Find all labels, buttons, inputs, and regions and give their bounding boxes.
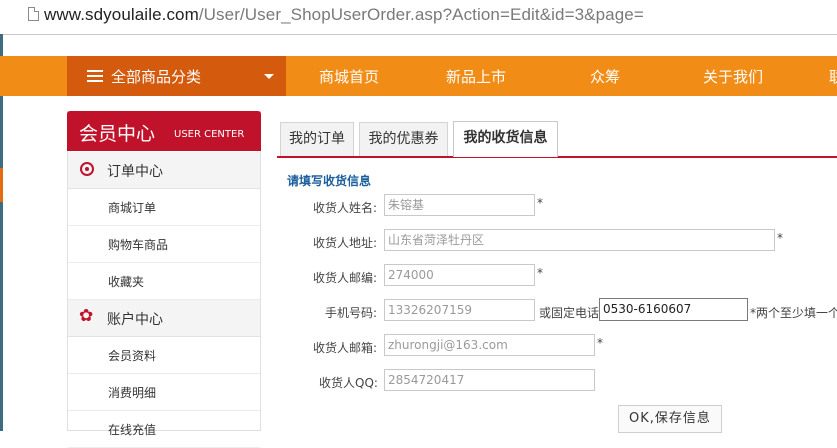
section-label: 账户中心 [107, 312, 163, 328]
nav-item-crowdfunding[interactable]: 众筹 [590, 66, 620, 87]
sidebar-header: 会员中心 USER CENTER [67, 111, 261, 151]
nav-item-contact[interactable]: 联 [829, 66, 837, 87]
required-mark: * [777, 231, 783, 245]
nav-item-new-arrivals[interactable]: 新品上市 [446, 66, 506, 87]
landline-field[interactable]: 0530-6160607 [599, 298, 748, 321]
sidebar-item-profile[interactable]: 会员资料 [68, 337, 260, 374]
sidebar-item-recharge[interactable]: 在线充值 [68, 411, 260, 448]
address-label: 收货人地址: [313, 236, 378, 250]
email-label: 收货人邮箱: [313, 341, 378, 355]
zip-field[interactable]: 274000 [384, 264, 535, 286]
menu-icon [87, 70, 103, 82]
sidebar-item-label: 在线充值 [108, 423, 157, 437]
qq-field[interactable]: 2854720417 [384, 369, 595, 391]
sidebar-item-cart[interactable]: 购物车商品 [68, 226, 260, 263]
page-icon [28, 7, 39, 21]
required-mark: * [597, 336, 603, 350]
tab-my-orders[interactable]: 我的订单 [280, 122, 354, 156]
target-icon [80, 162, 94, 176]
window-edge-highlight [0, 168, 3, 202]
chevron-down-icon [264, 74, 274, 79]
address-field[interactable]: 山东省菏泽牡丹区 [384, 229, 775, 251]
name-field[interactable]: 朱镕基 [384, 194, 535, 216]
name-label: 收货人姓名: [313, 201, 378, 215]
landline-label: 或固定电话 [539, 306, 600, 320]
url-path: /User/User_ShopUserOrder.asp?Action=Edit… [198, 5, 644, 24]
sidebar-item-spending[interactable]: 消费明细 [68, 374, 260, 411]
save-button[interactable]: OK,保存信息 [618, 405, 722, 433]
sidebar-section-orders: 订单中心 [68, 152, 260, 189]
sidebar-section-account: ✿ 账户中心 [68, 300, 260, 337]
mobile-field[interactable]: 13326207159 [384, 299, 535, 321]
sidebar-subtitle: USER CENTER [174, 129, 245, 140]
sidebar-title: 会员中心 [79, 123, 156, 145]
required-mark: * [537, 196, 543, 210]
sidebar-item-label: 会员资料 [108, 349, 157, 363]
url-text[interactable]: www.sdyoulaile.com/User/User_ShopUserOrd… [44, 5, 644, 25]
sidebar-item-label: 购物车商品 [108, 238, 169, 252]
sidebar-item-label: 收藏夹 [108, 275, 145, 289]
tab-my-coupons[interactable]: 我的优惠券 [359, 122, 448, 156]
all-categories-label: 全部商品分类 [111, 68, 202, 86]
tab-shipping-info[interactable]: 我的收货信息 [453, 121, 558, 157]
sidebar-item-label: 消费明细 [108, 386, 157, 400]
sidebar-item-favorites[interactable]: 收藏夹 [68, 263, 260, 300]
qq-label: 收货人QQ: [319, 376, 378, 390]
email-field[interactable]: zhurongji@163.com [384, 334, 595, 356]
phone-note: *两个至少填一个 [750, 306, 837, 320]
zip-label: 收货人邮编: [313, 271, 378, 285]
all-categories-menu[interactable]: 全部商品分类 [67, 56, 286, 96]
form-title: 请填写收货信息 [287, 174, 372, 188]
sidebar-item-label: 商城订单 [108, 201, 157, 215]
sidebar-item-mall-orders[interactable]: 商城订单 [68, 189, 260, 226]
gear-icon: ✿ [79, 306, 94, 326]
url-host: www.sdyoulaile.com [44, 5, 199, 24]
nav-item-home[interactable]: 商城首页 [319, 66, 379, 87]
browser-address-bar[interactable]: www.sdyoulaile.com/User/User_ShopUserOrd… [0, 0, 837, 35]
required-mark: * [537, 266, 543, 280]
nav-item-about[interactable]: 关于我们 [703, 66, 763, 87]
section-label: 订单中心 [107, 164, 163, 180]
mobile-label: 手机号码: [325, 306, 378, 320]
